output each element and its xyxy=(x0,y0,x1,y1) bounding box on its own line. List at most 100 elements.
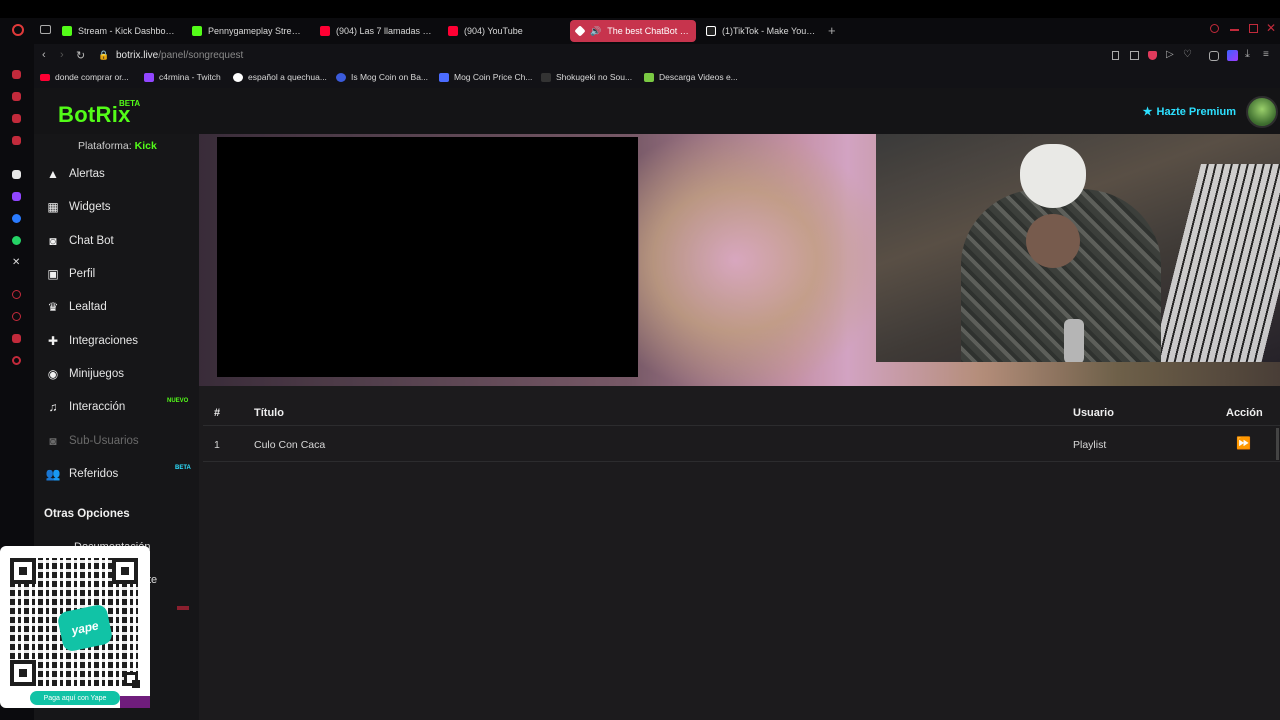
column-number: # xyxy=(214,407,221,419)
yape-logo: yape xyxy=(56,603,114,653)
twitch-favicon-icon xyxy=(144,72,154,82)
forward-icon[interactable]: › xyxy=(60,49,64,61)
qr-finder xyxy=(124,672,140,688)
extension-colored-icon[interactable] xyxy=(1227,50,1238,61)
sidebar-item-integraciones[interactable]: ✚ Integraciones xyxy=(46,330,196,352)
song-video-player[interactable] xyxy=(217,137,638,377)
pin-icon[interactable] xyxy=(1112,51,1119,60)
site-favicon-icon xyxy=(439,72,449,82)
robot-icon: ◙ xyxy=(49,434,57,448)
opera-logo-icon[interactable] xyxy=(12,24,24,36)
reload-icon[interactable]: ↻ xyxy=(76,49,85,62)
audio-playing-icon[interactable]: 🔊 xyxy=(590,26,601,37)
minimize-icon[interactable] xyxy=(1230,29,1239,31)
platform-label: Plataforma: Kick xyxy=(78,140,157,152)
top-strip xyxy=(0,0,1280,18)
bookmark-4[interactable]: Is Mog Coin on Ba... xyxy=(336,72,428,82)
anime-favicon-icon xyxy=(541,72,551,82)
tab-menu-icon[interactable] xyxy=(40,25,51,34)
bookmark-6[interactable]: Shokugeki no Sou... xyxy=(541,72,632,82)
column-title: Título xyxy=(254,407,284,419)
tab-tiktok[interactable]: (1)TikTok - Make Your Da xyxy=(700,20,824,42)
main-content: # Título Usuario Acción 1 Culo Con Caca … xyxy=(199,134,1280,720)
bookmark-2[interactable]: c4rmina - Twitch xyxy=(144,72,221,82)
bookmark-7[interactable]: Descarga Videos e... xyxy=(644,72,738,82)
download-icon[interactable]: ⤓ xyxy=(1245,48,1250,61)
song-title: Culo Con Caca xyxy=(254,439,326,451)
grid-icon: ▦ xyxy=(47,200,59,214)
tab-kick-dashboard[interactable]: Stream - Kick Dashboard xyxy=(56,20,184,42)
maximize-icon[interactable] xyxy=(1249,24,1258,33)
music-player-icon[interactable] xyxy=(12,136,21,145)
premium-button[interactable]: ★ Hazte Premium xyxy=(1143,105,1236,119)
messenger-icon[interactable] xyxy=(12,214,21,223)
sidebar-item-perfil[interactable]: ▣ Perfil xyxy=(46,263,196,285)
bookmark-5[interactable]: Mog Coin Price Ch... xyxy=(439,72,532,82)
extensions-icon[interactable] xyxy=(12,334,21,343)
row-number: 1 xyxy=(214,439,220,451)
whatsapp-icon[interactable] xyxy=(12,236,21,245)
qr-code: yape xyxy=(10,558,140,688)
yape-qr-overlay: yape Paga aquí con Yape xyxy=(0,546,150,708)
x-icon[interactable]: ✕ xyxy=(12,258,24,270)
aria-icon[interactable] xyxy=(12,70,21,79)
site-favicon-icon xyxy=(336,72,346,82)
column-action: Acción xyxy=(1226,407,1263,419)
new-tab-icon[interactable]: + xyxy=(828,23,836,38)
bookmark-3[interactable]: español a quechua... xyxy=(233,72,327,82)
lock-icon: 🔒 xyxy=(98,50,110,60)
scrollbar[interactable] xyxy=(1276,428,1279,460)
gamepad-icon: ◉ xyxy=(47,367,59,381)
skip-button[interactable]: ⏩ xyxy=(1236,436,1251,450)
sidebar-item-referidos[interactable]: 👥 Referidos xyxy=(46,463,196,485)
play-icon[interactable]: ▷ xyxy=(1166,49,1174,60)
search-tabs-icon[interactable] xyxy=(1210,24,1219,33)
heart-icon[interactable]: ♡ xyxy=(1183,49,1192,60)
puzzle-icon: ✚ xyxy=(47,334,59,348)
microphone-image xyxy=(1064,319,1084,362)
tab-youtube[interactable]: (904) YouTube xyxy=(442,20,566,42)
youtube-favicon-icon xyxy=(320,26,330,36)
close-window-icon[interactable]: ✕ xyxy=(1266,21,1276,35)
app-header: BotRix BETA ★ Hazte Premium xyxy=(34,88,1280,134)
player-icon[interactable] xyxy=(12,114,21,123)
sidebar-item-chat-bot[interactable]: ◙ Chat Bot xyxy=(46,230,196,252)
settings-icon[interactable] xyxy=(12,356,21,365)
keyboard-image xyxy=(1151,164,1280,362)
tab-bar: Stream - Kick Dashboard Pennygameplay St… xyxy=(34,18,1280,44)
users-icon: 👥 xyxy=(45,467,61,481)
blurred-background xyxy=(639,134,879,386)
snapshot-icon[interactable] xyxy=(1130,51,1139,60)
vpn-shield-icon[interactable] xyxy=(1148,51,1157,60)
url-field[interactable]: botrix.live/panel/songrequest xyxy=(116,50,243,61)
kick-favicon-icon xyxy=(192,26,202,36)
sidebar-item-lealtad[interactable]: ♛ Lealtad xyxy=(46,296,196,318)
back-icon[interactable]: ‹ xyxy=(42,49,46,61)
clock-icon[interactable] xyxy=(12,312,21,321)
stream-preview xyxy=(199,134,1280,386)
sidebar-item-minijuegos[interactable]: ◉ Minijuegos xyxy=(46,363,196,385)
face-image xyxy=(1026,214,1080,268)
kick-rail-icon[interactable] xyxy=(12,170,21,179)
url-host: botrix.live xyxy=(116,50,159,61)
extensions-puzzle-icon[interactable] xyxy=(1209,51,1219,61)
kick-favicon-icon xyxy=(62,26,72,36)
song-user: Playlist xyxy=(1073,439,1107,451)
red-badge-icon xyxy=(177,606,189,610)
tab-botrix[interactable]: 🔊 The best ChatBot and xyxy=(570,20,696,42)
twitch-icon[interactable] xyxy=(12,192,21,201)
bookmark-1[interactable]: donde comprar or... xyxy=(40,72,129,82)
tab-pennygameplay[interactable]: Pennygameplay Stream xyxy=(186,20,310,42)
sidebar-item-widgets[interactable]: ▦ Widgets xyxy=(46,196,196,218)
crypto-wallet-icon[interactable] xyxy=(12,92,21,101)
url-path: /panel/songrequest xyxy=(158,50,244,61)
sidebar-item-alertas[interactable]: ▲ Alertas xyxy=(46,163,196,185)
fast-forward-icon: ⏩ xyxy=(1236,436,1251,450)
other-options-heading: Otras Opciones xyxy=(44,508,130,520)
sidebar-item-sub-usuarios: ◙ Sub-Usuarios xyxy=(46,430,196,452)
easy-setup-icon[interactable]: ≡ xyxy=(1263,49,1269,60)
history-icon[interactable] xyxy=(12,290,21,299)
user-avatar[interactable] xyxy=(1246,96,1278,128)
tab-youtube-llamadas[interactable]: (904) Las 7 llamadas más xyxy=(314,20,438,42)
google-favicon-icon xyxy=(233,72,243,82)
